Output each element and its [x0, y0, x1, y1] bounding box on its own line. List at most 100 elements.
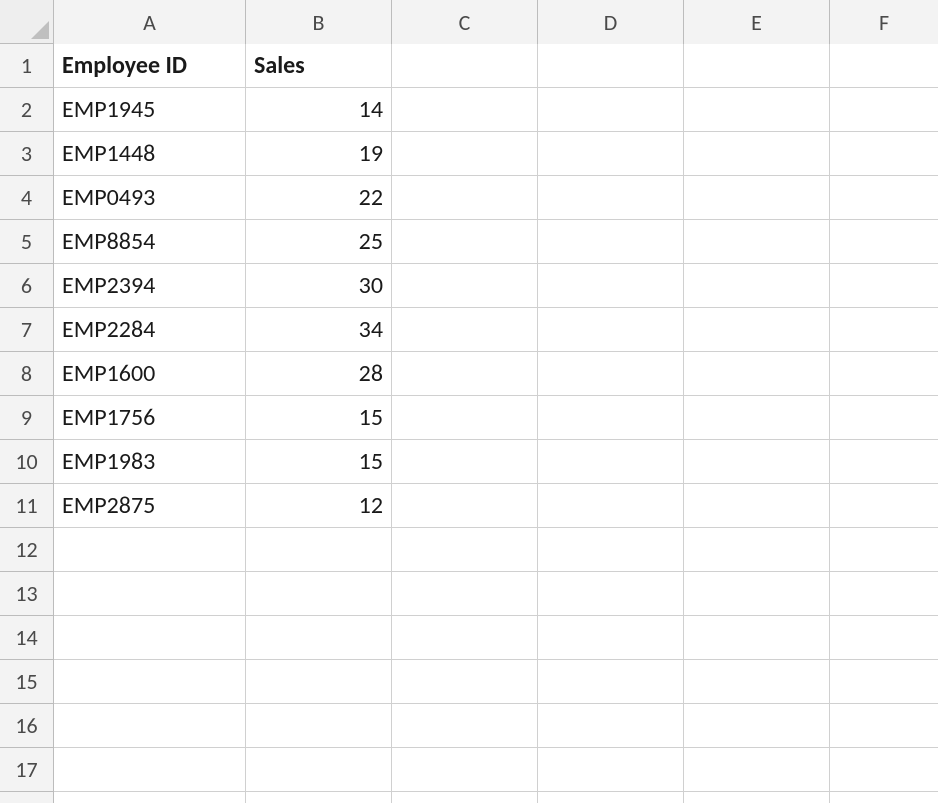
row-header-8[interactable]: 8	[0, 352, 53, 396]
cell-D4[interactable]	[538, 176, 684, 220]
cell-D1[interactable]	[538, 44, 684, 88]
cell-C9[interactable]	[392, 396, 538, 440]
cell-D11[interactable]	[538, 484, 684, 528]
row-header-16[interactable]: 16	[0, 704, 53, 748]
cell-D9[interactable]	[538, 396, 684, 440]
cell-E16[interactable]	[684, 704, 830, 748]
cell-A7[interactable]: EMP2284	[54, 308, 246, 352]
cell-A16[interactable]	[54, 704, 246, 748]
row-header-18[interactable]	[0, 792, 53, 803]
cell-E18[interactable]	[684, 792, 830, 803]
cell-E5[interactable]	[684, 220, 830, 264]
cell-B4[interactable]: 22	[246, 176, 392, 220]
cell-D13[interactable]	[538, 572, 684, 616]
cell-B10[interactable]: 15	[246, 440, 392, 484]
cell-C8[interactable]	[392, 352, 538, 396]
cell-B12[interactable]	[246, 528, 392, 572]
cell-E3[interactable]	[684, 132, 830, 176]
cell-E9[interactable]	[684, 396, 830, 440]
cell-E17[interactable]	[684, 748, 830, 792]
cell-E15[interactable]	[684, 660, 830, 704]
cell-D3[interactable]	[538, 132, 684, 176]
cell-E13[interactable]	[684, 572, 830, 616]
cell-A3[interactable]: EMP1448	[54, 132, 246, 176]
cell-A12[interactable]	[54, 528, 246, 572]
cell-B1[interactable]: Sales	[246, 44, 392, 88]
cell-A2[interactable]: EMP1945	[54, 88, 246, 132]
cell-F4[interactable]	[830, 176, 938, 220]
cell-E8[interactable]	[684, 352, 830, 396]
select-all-corner[interactable]	[0, 0, 54, 44]
cell-A15[interactable]	[54, 660, 246, 704]
cell-E6[interactable]	[684, 264, 830, 308]
row-header-1[interactable]: 1	[0, 44, 53, 88]
cell-D8[interactable]	[538, 352, 684, 396]
row-header-2[interactable]: 2	[0, 88, 53, 132]
row-header-7[interactable]: 7	[0, 308, 53, 352]
cell-E2[interactable]	[684, 88, 830, 132]
row-header-10[interactable]: 10	[0, 440, 53, 484]
cell-E11[interactable]	[684, 484, 830, 528]
cell-D14[interactable]	[538, 616, 684, 660]
cell-C15[interactable]	[392, 660, 538, 704]
cell-A17[interactable]	[54, 748, 246, 792]
cell-C14[interactable]	[392, 616, 538, 660]
cell-A9[interactable]: EMP1756	[54, 396, 246, 440]
cell-F1[interactable]	[830, 44, 938, 88]
cell-F2[interactable]	[830, 88, 938, 132]
cell-D6[interactable]	[538, 264, 684, 308]
cell-F7[interactable]	[830, 308, 938, 352]
row-header-3[interactable]: 3	[0, 132, 53, 176]
cell-D16[interactable]	[538, 704, 684, 748]
cell-A11[interactable]: EMP2875	[54, 484, 246, 528]
cell-B7[interactable]: 34	[246, 308, 392, 352]
cell-C6[interactable]	[392, 264, 538, 308]
cell-D18[interactable]	[538, 792, 684, 803]
row-header-5[interactable]: 5	[0, 220, 53, 264]
cell-F8[interactable]	[830, 352, 938, 396]
cell-B2[interactable]: 14	[246, 88, 392, 132]
cell-D15[interactable]	[538, 660, 684, 704]
cell-A8[interactable]: EMP1600	[54, 352, 246, 396]
cell-A10[interactable]: EMP1983	[54, 440, 246, 484]
cell-D7[interactable]	[538, 308, 684, 352]
row-header-12[interactable]: 12	[0, 528, 53, 572]
row-header-13[interactable]: 13	[0, 572, 53, 616]
column-header-F[interactable]: F	[830, 0, 938, 44]
row-header-17[interactable]: 17	[0, 748, 53, 792]
cell-A5[interactable]: EMP8854	[54, 220, 246, 264]
cell-F9[interactable]	[830, 396, 938, 440]
row-header-11[interactable]: 11	[0, 484, 53, 528]
cell-A4[interactable]: EMP0493	[54, 176, 246, 220]
cell-E1[interactable]	[684, 44, 830, 88]
column-header-D[interactable]: D	[538, 0, 684, 44]
cell-D12[interactable]	[538, 528, 684, 572]
cell-B18[interactable]	[246, 792, 392, 803]
cell-C4[interactable]	[392, 176, 538, 220]
cell-D2[interactable]	[538, 88, 684, 132]
cell-E4[interactable]	[684, 176, 830, 220]
column-header-B[interactable]: B	[246, 0, 392, 44]
cell-E7[interactable]	[684, 308, 830, 352]
cell-C12[interactable]	[392, 528, 538, 572]
cell-A6[interactable]: EMP2394	[54, 264, 246, 308]
cell-C17[interactable]	[392, 748, 538, 792]
cell-B6[interactable]: 30	[246, 264, 392, 308]
cell-F10[interactable]	[830, 440, 938, 484]
cell-F13[interactable]	[830, 572, 938, 616]
cell-C5[interactable]	[392, 220, 538, 264]
cell-C16[interactable]	[392, 704, 538, 748]
cell-F17[interactable]	[830, 748, 938, 792]
row-header-9[interactable]: 9	[0, 396, 53, 440]
cell-D5[interactable]	[538, 220, 684, 264]
cell-C11[interactable]	[392, 484, 538, 528]
cell-A18[interactable]	[54, 792, 246, 803]
cell-B8[interactable]: 28	[246, 352, 392, 396]
cell-B9[interactable]: 15	[246, 396, 392, 440]
column-header-C[interactable]: C	[392, 0, 538, 44]
cell-F11[interactable]	[830, 484, 938, 528]
cell-B13[interactable]	[246, 572, 392, 616]
cell-B14[interactable]	[246, 616, 392, 660]
cell-C13[interactable]	[392, 572, 538, 616]
row-header-15[interactable]: 15	[0, 660, 53, 704]
